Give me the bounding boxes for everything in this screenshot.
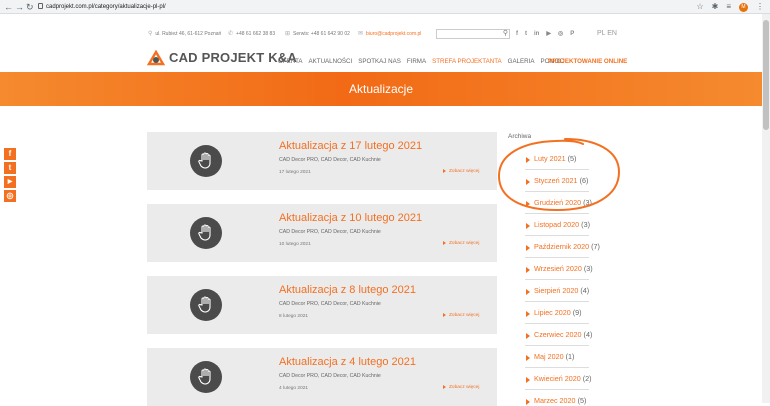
browser-toolbar: ← → ↻ cadprojekt.com.pl/category/aktuali…: [0, 0, 770, 14]
map-pin-icon: ⚲: [148, 31, 153, 37]
more-icon[interactable]: ⋮: [756, 2, 764, 12]
post-title[interactable]: Aktualizacja z 17 lutego 2021: [279, 140, 422, 153]
archive-item[interactable]: Lipiec 2020 (9): [525, 302, 589, 324]
hand-icon[interactable]: [190, 217, 222, 249]
menu-item-firma[interactable]: FIRMA: [407, 58, 426, 66]
contact-email[interactable]: ✉ biuro@cadprojekt.com.pl: [358, 29, 421, 39]
post-date: 4 lutego 2021: [279, 386, 309, 391]
menu-item-aktualnosci[interactable]: AKTUALNOŚCI: [309, 58, 353, 66]
arrow-right-icon: [526, 267, 530, 273]
extensions-icon[interactable]: ✱: [712, 2, 719, 12]
archive-item[interactable]: Październik 2020 (7): [525, 236, 600, 258]
scrollbar-thumb[interactable]: [763, 20, 769, 130]
highlight-circle-annotation: [497, 138, 621, 212]
arrow-right-icon: [526, 223, 530, 229]
star-icon[interactable]: ☆: [696, 2, 703, 12]
arrow-right-icon: [526, 311, 530, 317]
facebook-icon[interactable]: f: [516, 29, 518, 39]
service-icon: ⊞: [285, 31, 291, 37]
search-icon[interactable]: ⚲: [503, 30, 508, 38]
language-switcher[interactable]: PL EN: [597, 29, 617, 39]
archive-item[interactable]: Wrzesień 2020 (3): [525, 258, 593, 280]
arrow-right-icon: [443, 384, 446, 389]
lock-icon: [38, 3, 43, 9]
hand-icon[interactable]: [190, 361, 222, 393]
read-more-link[interactable]: Zobacz więcej: [443, 384, 479, 391]
back-icon[interactable]: ←: [4, 1, 13, 13]
envelope-icon: ✉: [358, 31, 364, 37]
logo-icon[interactable]: [147, 50, 165, 66]
archive-item[interactable]: Maj 2020 (1): [525, 346, 589, 368]
arrow-right-icon: [526, 399, 530, 405]
menu-item-galeria[interactable]: GALERIA: [508, 58, 535, 66]
post-tags: CAD Decor PRO, CAD Decor, CAD Kuchnie: [279, 229, 381, 235]
post-date: 17 lutego 2021: [279, 170, 311, 175]
arrow-right-icon: [443, 312, 446, 317]
twitter-icon[interactable]: t: [525, 29, 527, 39]
float-facebook-icon[interactable]: f: [4, 148, 16, 160]
arrow-right-icon: [526, 289, 530, 295]
page-title: Aktualizacje: [348, 82, 414, 96]
linkedin-icon[interactable]: in: [534, 29, 539, 39]
reload-icon[interactable]: ↻: [26, 1, 34, 13]
post-card[interactable]: Aktualizacja z 8 lutego 2021 CAD Decor P…: [147, 276, 497, 334]
read-more-link[interactable]: Zobacz więcej: [443, 168, 479, 175]
float-twitter-icon[interactable]: t: [4, 162, 16, 174]
archive-item[interactable]: Sierpień 2020 (4): [525, 280, 589, 302]
profile-avatar[interactable]: M: [739, 2, 748, 12]
post-date: 10 lutego 2021: [279, 242, 311, 247]
instagram-icon[interactable]: ◎: [558, 29, 563, 39]
post-card[interactable]: Aktualizacja z 4 lutego 2021 CAD Decor P…: [147, 348, 497, 406]
float-youtube-icon[interactable]: ▶: [4, 176, 16, 188]
post-tags: CAD Decor PRO, CAD Decor, CAD Kuchnie: [279, 373, 381, 379]
page-scrollbar[interactable]: [762, 14, 770, 403]
phone-icon: ✆: [228, 31, 234, 37]
contact-service[interactable]: ⊞ Serwis: +48 61 642 90 02: [285, 29, 350, 39]
social-links: f t in ▶ ◎ P: [516, 29, 574, 39]
arrow-right-icon: [526, 245, 530, 251]
archive-item[interactable]: Listopad 2020 (3): [525, 214, 590, 236]
post-title[interactable]: Aktualizacja z 4 lutego 2021: [279, 356, 416, 369]
search-input[interactable]: ⚲: [436, 29, 510, 39]
archive-item[interactable]: Czerwiec 2020 (4): [525, 324, 592, 346]
arrow-right-icon: [526, 333, 530, 339]
arrow-right-icon: [443, 240, 446, 245]
arrow-right-icon: [443, 168, 446, 173]
post-card[interactable]: Aktualizacja z 10 lutego 2021 CAD Decor …: [147, 204, 497, 262]
menu-icon[interactable]: ≡: [726, 2, 731, 12]
archive-item[interactable]: Kwiecień 2020 (2): [525, 368, 592, 390]
arrow-right-icon: [526, 355, 530, 361]
contact-address: ⚲ ul. Rubież 46, 61-612 Poznań: [148, 31, 222, 37]
float-instagram-icon[interactable]: ◎: [4, 190, 16, 202]
menu-item-oferta[interactable]: OFERTA: [278, 58, 303, 66]
main-menu: OFERTA AKTUALNOŚCI SPOTKAJ NAS FIRMA STR…: [278, 58, 564, 66]
menu-item-projektowanie-online[interactable]: PROJEKTOWANIE ONLINE: [548, 58, 627, 66]
read-more-link[interactable]: Zobacz więcej: [443, 312, 479, 319]
forward-icon[interactable]: →: [15, 1, 24, 13]
menu-item-strefa-projektanta[interactable]: STREFA PROJEKTANTA: [432, 58, 502, 66]
post-tags: CAD Decor PRO, CAD Decor, CAD Kuchnie: [279, 157, 381, 163]
post-card[interactable]: Aktualizacja z 17 lutego 2021 CAD Decor …: [147, 132, 497, 190]
address-bar[interactable]: cadprojekt.com.pl/category/aktualizacje-…: [46, 2, 166, 12]
page-banner: Aktualizacje: [0, 72, 762, 106]
arrow-right-icon: [526, 377, 530, 383]
hand-icon[interactable]: [190, 145, 222, 177]
pinterest-icon[interactable]: P: [570, 29, 574, 39]
post-title[interactable]: Aktualizacja z 10 lutego 2021: [279, 212, 422, 225]
archive-item[interactable]: Marzec 2020 (5): [525, 390, 589, 405]
post-tags: CAD Decor PRO, CAD Decor, CAD Kuchnie: [279, 301, 381, 307]
contact-phone[interactable]: ✆ +48 61 662 38 83: [228, 29, 275, 39]
menu-item-spotkaj-nas[interactable]: SPOTKAJ NAS: [358, 58, 401, 66]
post-title[interactable]: Aktualizacja z 8 lutego 2021: [279, 284, 416, 297]
youtube-icon[interactable]: ▶: [546, 29, 551, 39]
read-more-link[interactable]: Zobacz więcej: [443, 240, 479, 247]
post-date: 8 lutego 2021: [279, 314, 309, 319]
hand-icon[interactable]: [190, 289, 222, 321]
